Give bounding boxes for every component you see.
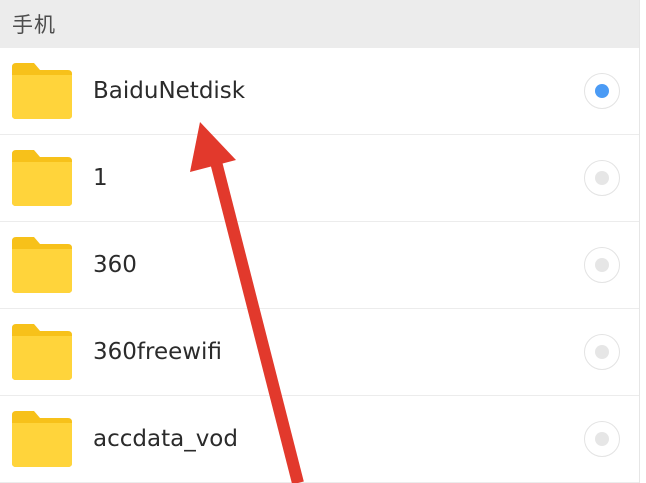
storage-section-header: 手机 [0,0,639,48]
radio-button-selected[interactable] [584,73,620,109]
radio-dot [595,171,609,185]
folder-icon [12,237,72,293]
folder-row-baidunetdisk[interactable]: BaiduNetdisk [0,48,639,135]
storage-title: 手机 [12,13,56,37]
folder-icon [12,324,72,380]
folder-name: 360 [93,252,137,278]
file-picker-panel: 手机 BaiduNetdisk 1 360 360freewifi accdat… [0,0,640,483]
radio-button[interactable] [584,247,620,283]
folder-row-360freewifi[interactable]: 360freewifi [0,309,639,396]
folder-icon [12,63,72,119]
radio-dot [595,258,609,272]
folder-row-1[interactable]: 1 [0,135,639,222]
folder-name: 1 [93,165,108,191]
folder-name: 360freewifi [93,339,222,365]
radio-button[interactable] [584,160,620,196]
radio-button[interactable] [584,334,620,370]
radio-dot [595,84,609,98]
folder-row-360[interactable]: 360 [0,222,639,309]
radio-dot [595,432,609,446]
radio-dot [595,345,609,359]
folder-name: accdata_vod [93,426,238,452]
radio-button[interactable] [584,421,620,457]
folder-icon [12,411,72,467]
folder-list: BaiduNetdisk 1 360 360freewifi accdata_v… [0,48,639,483]
folder-row-accdata-vod[interactable]: accdata_vod [0,396,639,483]
folder-name: BaiduNetdisk [93,78,246,104]
folder-icon [12,150,72,206]
